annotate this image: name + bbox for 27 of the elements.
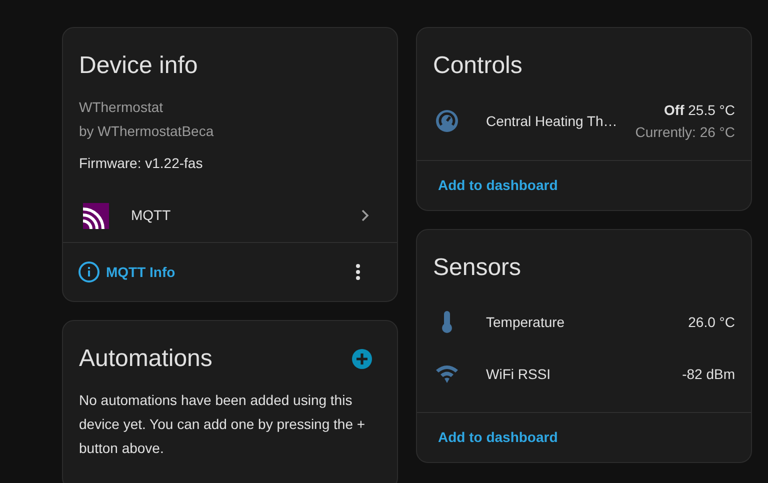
add-icon[interactable]	[351, 348, 373, 370]
automations-message: No automations have been added using this device yet. You can add one by pressing the + button above.	[78, 391, 366, 458]
integration-row[interactable]: MQTT	[63, 189, 397, 243]
card-title: Sensors	[433, 253, 522, 283]
more-options-icon[interactable]	[356, 264, 360, 280]
card-title: Automations	[79, 344, 212, 374]
thermometer-icon	[440, 310, 454, 334]
entity-row[interactable]: Central Heating Th… Off 25.5 °C Currently: 26 °C	[417, 94, 751, 148]
manufacturer-text: by WThermostatBeca	[79, 122, 214, 141]
entity-row[interactable]: WiFi RSSI -82 dBm	[417, 348, 751, 400]
wifi-icon	[435, 364, 459, 384]
mqtt-info-button[interactable]: MQTT Info	[78, 261, 176, 283]
card-title: Controls	[433, 51, 524, 81]
target-state-text: Off 25.5 °C	[664, 101, 735, 120]
firmware-text: Firmware: v1.22-fas	[79, 154, 203, 173]
info-icon	[78, 261, 100, 283]
model-text: WThermostat	[79, 98, 164, 117]
add-to-dashboard-link[interactable]: Add to dashboard	[438, 427, 558, 448]
card-title: Device info	[79, 51, 199, 81]
current-temperature-text: Currently: 26 °C	[635, 123, 735, 142]
entity-row[interactable]: Temperature 26.0 °C	[417, 296, 751, 348]
add-to-dashboard-link[interactable]: Add to dashboard	[438, 175, 558, 196]
sensor-value: -82 dBm	[682, 364, 735, 384]
thermostat-icon	[435, 109, 459, 133]
sensor-value: 26.0 °C	[688, 312, 735, 332]
chevron-right-icon	[361, 209, 369, 222]
mqtt-logo-icon	[83, 202, 109, 228]
